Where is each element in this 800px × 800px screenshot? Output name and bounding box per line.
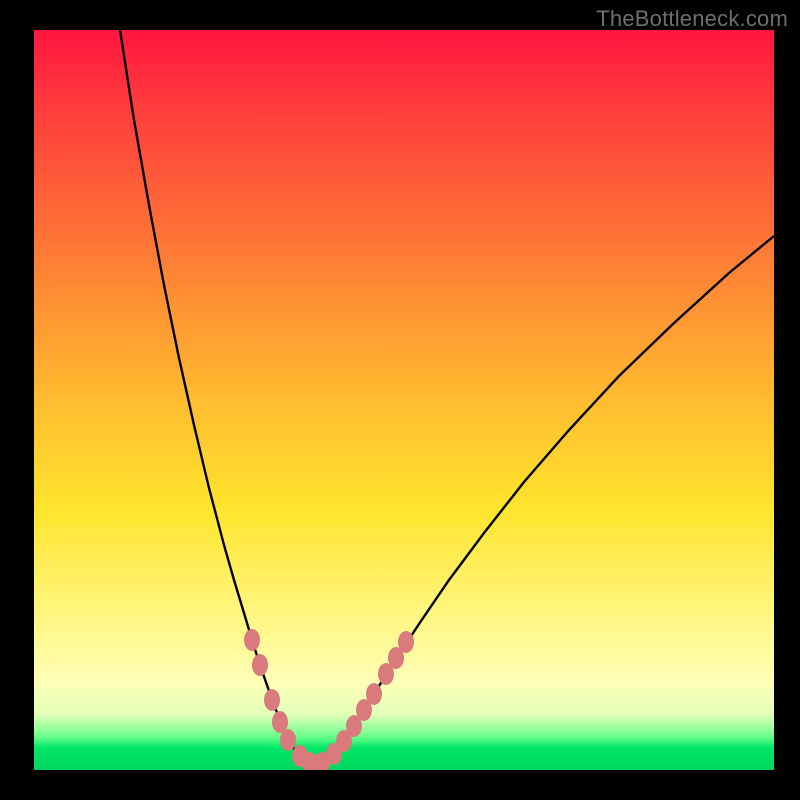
- bottleneck-curve: [120, 30, 774, 764]
- marker-dot: [264, 689, 280, 711]
- marker-dot: [244, 629, 260, 651]
- marker-dot: [366, 683, 382, 705]
- marker-dots: [244, 629, 414, 770]
- curve-svg: [34, 30, 774, 770]
- chart-frame: TheBottleneck.com: [0, 0, 800, 800]
- marker-dot: [252, 654, 268, 676]
- plot-area: [34, 30, 774, 770]
- marker-dot: [398, 631, 414, 653]
- watermark-text: TheBottleneck.com: [596, 6, 788, 32]
- marker-dot: [280, 729, 296, 751]
